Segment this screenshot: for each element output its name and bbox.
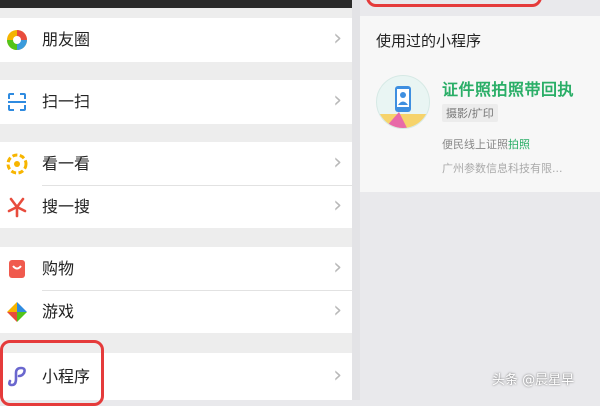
highlight-box: [0, 340, 104, 406]
chevron-right-icon: ›: [333, 363, 342, 388]
chevron-right-icon: ›: [333, 88, 342, 113]
app-name[interactable]: 证件照拍照带回执: [442, 76, 574, 100]
menu-item-search[interactable]: 搜一搜 ›: [0, 186, 352, 228]
top-bar: [0, 0, 352, 8]
menu-item-moments[interactable]: 朋友圈 ›: [0, 18, 352, 62]
discover-menu: 朋友圈 › 扫一扫 › 看一看 › 搜一搜 › 购物 › 游戏 › 小程序 ›: [0, 0, 352, 406]
search-icon: [7, 197, 27, 218]
chevron-right-icon: ›: [333, 298, 342, 323]
menu-item-game[interactable]: 游戏 ›: [0, 291, 352, 333]
desc-highlight: 拍照: [508, 138, 530, 151]
chevron-right-icon: ›: [333, 193, 342, 218]
menu-item-scan[interactable]: 扫一扫 ›: [0, 80, 352, 124]
menu-item-look[interactable]: 看一看 ›: [0, 142, 352, 185]
menu-label: 购物: [42, 259, 75, 278]
menu-item-shopping[interactable]: 购物 ›: [0, 247, 352, 290]
menu-label: 扫一扫: [42, 92, 91, 111]
moments-icon: [7, 30, 27, 50]
look-icon: [6, 153, 28, 175]
company-name: 广州参数信息科技有限...: [442, 162, 563, 175]
used-miniprograms-panel: 使用过的小程序 证件照拍照带回执 摄影/扩印 便民线上证照拍照 广州参数信息科技…: [360, 0, 600, 400]
id-photo-icon: [377, 86, 429, 128]
highlight-box: [366, 0, 542, 7]
game-icon: [7, 302, 27, 322]
section-title: 使用过的小程序: [376, 32, 482, 50]
menu-label: 游戏: [42, 302, 75, 321]
chevron-right-icon: ›: [333, 150, 342, 175]
scan-icon: [8, 93, 26, 111]
app-icon[interactable]: [376, 75, 430, 129]
pane-divider: [352, 0, 360, 400]
menu-label: 搜一搜: [42, 197, 91, 216]
shopping-icon: [9, 260, 25, 278]
watermark: 头条 @晨星早: [492, 373, 575, 388]
menu-label: 看一看: [42, 154, 91, 173]
menu-group-shop-game: 购物 › 游戏 ›: [0, 247, 352, 333]
menu-group-look-search: 看一看 › 搜一搜 ›: [0, 142, 352, 228]
menu-label: 朋友圈: [42, 30, 91, 49]
app-description: 便民线上证照拍照: [442, 136, 530, 152]
chevron-right-icon: ›: [333, 26, 342, 51]
chevron-right-icon: ›: [333, 255, 342, 280]
desc-text: 便民线上证照: [442, 138, 508, 151]
category-tag: 摄影/扩印: [442, 104, 498, 122]
